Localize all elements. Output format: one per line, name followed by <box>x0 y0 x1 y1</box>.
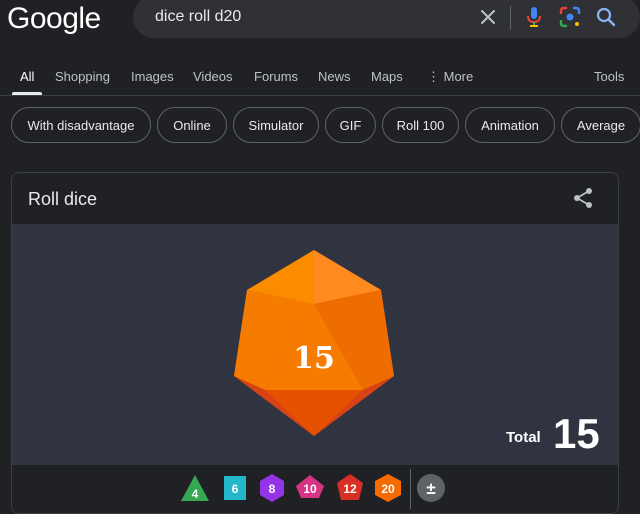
d10-label: 10 <box>303 482 317 496</box>
more-vert-icon: ⋮ <box>427 69 440 84</box>
microphone-icon[interactable] <box>521 4 547 30</box>
dice-row-divider <box>410 469 411 509</box>
card-title: Roll dice <box>28 189 98 209</box>
total-label: Total <box>506 429 541 446</box>
tabs-divider <box>0 95 640 96</box>
d8-label: 8 <box>269 482 276 496</box>
d6-label: 6 <box>232 482 239 496</box>
share-icon[interactable] <box>571 186 595 210</box>
refinement-chips: With disadvantage Online Simulator GIF R… <box>0 107 640 145</box>
tab-images[interactable]: Images <box>131 69 174 84</box>
chip-animation[interactable]: Animation <box>465 107 555 143</box>
chip-gif[interactable]: GIF <box>325 107 376 143</box>
tools-button[interactable]: Tools <box>594 69 624 84</box>
roll-dice-card: Roll dice 15 Total 15 4 6 8 10 12 20 ± <box>11 172 619 514</box>
d12-label: 12 <box>343 482 357 496</box>
tab-videos[interactable]: Videos <box>193 69 233 84</box>
modifier-label: ± <box>426 479 435 498</box>
tab-all[interactable]: All <box>20 69 34 84</box>
google-logo[interactable]: Google <box>7 2 101 36</box>
d12-button[interactable]: 12 <box>335 473 365 503</box>
search-icon[interactable] <box>593 4 619 30</box>
tab-more-label: More <box>443 69 474 84</box>
chip-with-disadvantage[interactable]: With disadvantage <box>11 107 151 143</box>
tab-maps[interactable]: Maps <box>371 69 403 84</box>
tab-shopping[interactable]: Shopping <box>55 69 110 84</box>
total-value: 15 <box>553 410 600 457</box>
dice-stage: 15 Total 15 <box>12 224 618 465</box>
d20-button[interactable]: 20 <box>373 473 403 503</box>
chip-average[interactable]: Average <box>561 107 640 143</box>
tab-forums[interactable]: Forums <box>254 69 298 84</box>
d20-label: 20 <box>381 482 395 496</box>
search-input[interactable] <box>153 7 457 27</box>
chip-simulator[interactable]: Simulator <box>233 107 319 143</box>
search-tabs: All Shopping Images Videos Forums News M… <box>0 60 640 95</box>
clear-icon[interactable] <box>475 4 501 30</box>
d6-button[interactable]: 6 <box>220 473 250 503</box>
tab-more[interactable]: ⋮ More <box>427 69 473 85</box>
chip-roll-100[interactable]: Roll 100 <box>382 107 459 143</box>
d20-die[interactable]: 15 <box>234 250 394 436</box>
d8-button[interactable]: 8 <box>257 473 287 503</box>
d10-button[interactable]: 10 <box>295 473 325 503</box>
search-divider <box>510 6 511 30</box>
search-box[interactable] <box>133 0 640 38</box>
d4-button[interactable]: 4 <box>180 473 210 503</box>
modifier-button[interactable]: ± <box>416 473 446 503</box>
chip-online[interactable]: Online <box>157 107 227 143</box>
dice-selector: 4 6 8 10 12 20 ± <box>12 465 618 513</box>
die-result: 15 <box>293 341 335 376</box>
lens-icon[interactable] <box>557 4 583 30</box>
d4-label: 4 <box>192 487 199 501</box>
tab-news[interactable]: News <box>318 69 351 84</box>
